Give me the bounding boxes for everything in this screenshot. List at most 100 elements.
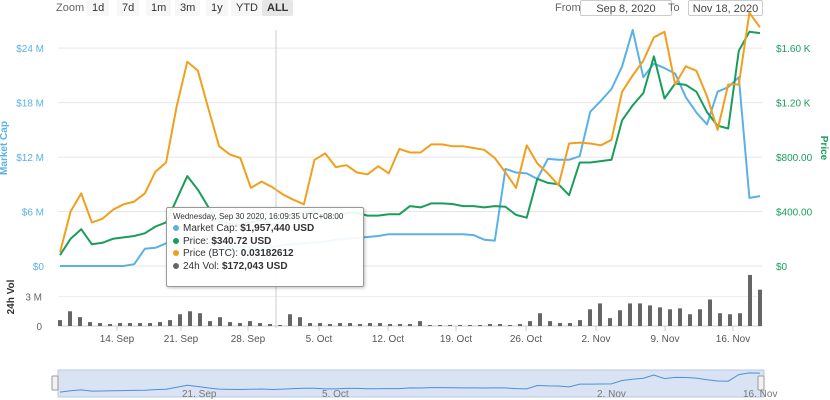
volume-bar (278, 325, 282, 326)
volume-bar (98, 323, 102, 326)
volume-bar (648, 305, 652, 326)
volume-bar (588, 309, 592, 326)
series-lines (59, 11, 761, 267)
volume-bar (658, 307, 662, 326)
x-tick-label: 9. Nov (651, 334, 680, 345)
tooltip-row-market-cap: Market Cap: $1,957,440 USD (173, 223, 357, 236)
volume-bar (358, 324, 362, 326)
volume-bar (478, 325, 482, 326)
x-tick-label: 26. Oct (510, 334, 542, 345)
volume-bar (748, 274, 752, 326)
right-axis-title: Price (818, 136, 829, 161)
x-tick-label: 14. Sep (100, 334, 135, 345)
volume-bar (638, 303, 642, 326)
volume-dot-icon (173, 262, 179, 269)
tooltip-row-price-btc: Price (BTC): 0.03182612 (173, 248, 357, 261)
volume-bar (548, 321, 552, 326)
tooltip-label: 24h Vol: (183, 260, 220, 272)
price-chart[interactable]: $0 $6 M $12 M $18 M $24 M Market Cap $0 $400.0… (0, 0, 830, 400)
volume-bar (238, 323, 242, 326)
right-tick-label: $800.00 (776, 153, 813, 164)
left-tick-label: $18 M (16, 99, 44, 110)
x-tick-label: 5. Oct (306, 334, 333, 345)
volume-bar (708, 299, 712, 326)
volume-bar (138, 323, 142, 326)
tooltip-row-volume: 24h Vol: $172,043 USD (173, 261, 357, 274)
volume-bar (208, 321, 212, 326)
volume-bar (398, 324, 402, 326)
volume-bar (418, 321, 422, 326)
x-tick-label: 12. Oct (372, 334, 404, 345)
volume-bar (348, 323, 352, 326)
volume-bar (58, 320, 62, 326)
left-tick-label: $12 M (16, 153, 44, 164)
volume-bar (268, 324, 272, 326)
market-cap-axis: $0 $6 M $12 M $18 M $24 M Market Cap (0, 44, 44, 273)
right-tick-label: $400.00 (776, 208, 813, 219)
volume-bars (58, 274, 762, 326)
volume-bar (488, 324, 492, 326)
volume-bar (718, 313, 722, 326)
volume-bar (78, 317, 82, 326)
right-tick-label: $1.20 K (776, 99, 811, 110)
volume-bar (698, 309, 702, 326)
volume-bar (688, 314, 692, 326)
navigator-tick-label: 21. Sep (182, 389, 217, 400)
volume-bar (218, 317, 222, 326)
data-tooltip: Wednesday, Sep 30 2020, 16:09:35 UTC+08:… (166, 207, 364, 287)
volume-bar (308, 323, 312, 326)
volume-bar (158, 322, 162, 326)
volume-bar (118, 323, 122, 326)
volume-bar (568, 323, 572, 326)
left-tick-label: $24 M (16, 44, 44, 55)
tooltip-row-price: Price: $340.72 USD (173, 236, 357, 249)
volume-bar (178, 314, 182, 326)
x-axis: 14. Sep 21. Sep 28. Sep 5. Oct 12. Oct 19. Oc… (100, 326, 750, 345)
volume-bar (428, 325, 432, 326)
volume-bar (288, 314, 292, 326)
navigator-right-handle[interactable] (757, 375, 765, 391)
right-tick-label: $0 (776, 262, 788, 273)
volume-bar (618, 310, 622, 326)
left-axis-title: Market Cap (0, 121, 10, 175)
volume-bar (728, 314, 732, 326)
volume-bar (668, 309, 672, 326)
volume-bar (538, 313, 542, 326)
price-dot-icon (173, 237, 179, 244)
right-tick-label: $1.60 K (776, 44, 811, 55)
volume-bar (378, 323, 382, 326)
volume-bar (598, 303, 602, 326)
price-btc-dot-icon (173, 250, 179, 257)
navigator-window[interactable] (57, 369, 765, 398)
volume-bar (298, 317, 302, 326)
volume-bar (188, 311, 192, 326)
volume-bar (408, 324, 412, 326)
price-axis: $0 $400.00 $800.00 $1.20 K $1.60 K Price (776, 44, 829, 273)
x-tick-label: 19. Oct (440, 334, 472, 345)
navigator-left-handle[interactable] (51, 375, 59, 391)
navigator-tick-label: 5. Oct (322, 389, 349, 400)
volume-bar (628, 303, 632, 326)
x-tick-label: 28. Sep (231, 334, 266, 345)
volume-bar (458, 325, 462, 326)
volume-bar (758, 289, 762, 326)
volume-bar (498, 324, 502, 326)
volume-bar (328, 324, 332, 326)
volume-bar (148, 323, 152, 326)
volume-tick-label: 0 (36, 322, 42, 333)
navigator-tick-label: 2. Nov (597, 389, 626, 400)
volume-bar (518, 324, 522, 326)
volume-bar (258, 323, 262, 326)
market-cap-dot-icon (173, 225, 179, 232)
navigator[interactable]: 21. Sep 5. Oct 2. Nov 16. Nov (51, 369, 777, 400)
tooltip-label: Market Cap: (183, 223, 238, 234)
volume-bar (388, 324, 392, 326)
x-tick-label: 21. Sep (164, 334, 199, 345)
volume-bar (468, 325, 472, 326)
left-tick-label: $6 M (22, 208, 44, 219)
x-tick-label: 16. Nov (716, 334, 750, 345)
volume-bar (528, 321, 532, 326)
volume-tick-label: 3 M (25, 293, 42, 304)
tooltip-label: Price (BTC): (183, 248, 238, 259)
tooltip-label: Price: (183, 235, 209, 247)
